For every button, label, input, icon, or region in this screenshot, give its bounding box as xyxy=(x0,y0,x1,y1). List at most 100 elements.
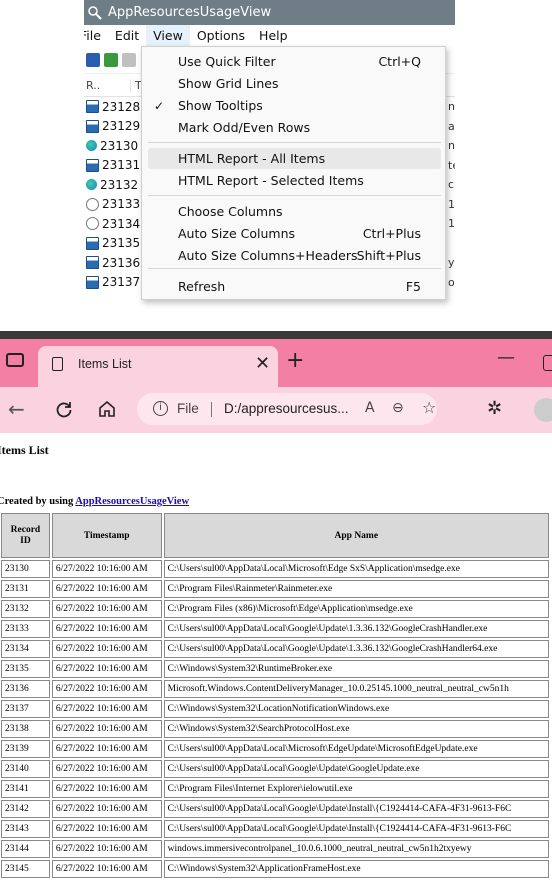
menu-options[interactable]: Options xyxy=(190,25,252,47)
menu-view[interactable]: View xyxy=(146,25,190,47)
edge-icon xyxy=(86,140,97,152)
maximize-icon[interactable] xyxy=(543,355,552,371)
cell-app-name: C:\Users\sul00\AppData\Local\Microsoft\E… xyxy=(163,740,549,758)
menu-help[interactable]: Help xyxy=(252,25,295,47)
app-titlebar: AppResourcesUsageView xyxy=(84,0,455,25)
cell-timestamp: 6/27/2022 10:16:00 AM xyxy=(51,800,162,818)
add-favorite-icon[interactable]: ☆ xyxy=(422,398,436,417)
google-icon xyxy=(86,217,99,231)
menu-separator xyxy=(148,268,441,269)
header-timestamp: Timestamp xyxy=(51,513,162,558)
menu-item-label: HTML Report - Selected Items xyxy=(178,173,364,188)
menu-item-use-quick-filter[interactable]: Use Quick Filter Ctrl+Q xyxy=(148,51,441,72)
view-menu-dropdown: Use Quick Filter Ctrl+Q Show Grid Lines ✓ Sh… xyxy=(141,46,446,300)
header-record-id: Record ID xyxy=(1,513,50,558)
minimize-icon[interactable]: — xyxy=(497,347,515,368)
cell-record-id: 23140 xyxy=(1,760,50,778)
row-peek-text: te xyxy=(448,158,455,172)
report-page: Items List Created by using AppResources… xyxy=(0,433,552,888)
cell-app-name: C:\Users\sul00\AppData\Local\Microsoft\E… xyxy=(163,560,549,578)
cell-timestamp: 6/27/2022 10:16:00 AM xyxy=(51,680,162,698)
menu-item-label: Show Tooltips xyxy=(178,98,263,113)
table-row: 23145 6/27/2022 10:16:00 AM C:\Windows\Sys… xyxy=(1,860,549,878)
table-row: 23132 6/27/2022 10:16:00 AM C:\Program Fil… xyxy=(1,600,549,618)
app-title: AppResourcesUsageView xyxy=(108,5,272,20)
app-link[interactable]: AppResourcesUsageView xyxy=(75,496,189,507)
record-id: 23128 xyxy=(102,99,141,114)
back-icon[interactable]: ← xyxy=(8,397,25,421)
save-icon[interactable] xyxy=(86,53,100,67)
record-id: 23130 xyxy=(100,138,139,153)
refresh-icon[interactable] xyxy=(104,53,118,67)
record-id: 23132 xyxy=(100,177,139,192)
tab-title: Items List xyxy=(78,357,132,371)
created-by-prefix: Created by using xyxy=(0,496,76,507)
menu-item-auto-size-columns-headers[interactable]: Auto Size Columns+Headers Shift+Plus xyxy=(148,245,441,266)
table-row: 23142 6/27/2022 10:16:00 AM C:\Users\sul00… xyxy=(1,800,549,818)
cell-app-name: windows.immersivecontrolpanel_10.0.6.100… xyxy=(163,840,549,858)
info-icon[interactable]: i xyxy=(153,401,168,416)
address-bar[interactable]: i File D:/appresourcesus... A ⊖ ☆ xyxy=(137,393,437,425)
address-url[interactable]: D:/appresourcesus... xyxy=(224,401,349,416)
exe-icon xyxy=(86,256,99,270)
cell-app-name: C:\Users\sul00\AppData\Local\Google\Upda… xyxy=(163,760,549,778)
copy-icon[interactable] xyxy=(122,53,136,67)
reload-icon[interactable] xyxy=(54,399,74,419)
google-icon xyxy=(86,197,99,211)
menu-item-label: Choose Columns xyxy=(178,204,283,219)
tab-items-list[interactable]: Items List ✕ xyxy=(38,346,278,387)
menu-item-auto-size-columns[interactable]: Auto Size Columns Ctrl+Plus xyxy=(148,223,441,244)
exe-icon xyxy=(86,236,99,250)
table-row: 23140 6/27/2022 10:16:00 AM C:\Users\sul00… xyxy=(1,760,549,778)
cell-timestamp: 6/27/2022 10:16:00 AM xyxy=(51,760,162,778)
cell-record-id: 23131 xyxy=(1,580,50,598)
report-title: Items List xyxy=(0,443,49,457)
browser-window: Items List ✕ + — ← i File D:/appresource… xyxy=(0,331,552,888)
menu-item-refresh[interactable]: Refresh F5 xyxy=(148,276,441,297)
tab-strip: Items List ✕ + — xyxy=(0,331,552,387)
app-menubar: File Edit View Options Help xyxy=(84,25,455,47)
cell-record-id: 23134 xyxy=(1,640,50,658)
table-row: 23141 6/27/2022 10:16:00 AM C:\Program Fil… xyxy=(1,780,549,798)
cell-app-name: C:\Program Files (x86)\Microsoft\Edge\Ap… xyxy=(163,600,549,618)
menu-item-html-report-all-items[interactable]: HTML Report - All Items xyxy=(148,148,441,169)
menu-item-show-grid-lines[interactable]: Show Grid Lines xyxy=(148,73,441,94)
extensions-icon[interactable]: ✲ xyxy=(487,398,502,419)
profile-avatar[interactable] xyxy=(534,398,552,422)
record-id: 23137 xyxy=(102,275,141,290)
cell-record-id: 23136 xyxy=(1,680,50,698)
tab-actions-icon[interactable] xyxy=(6,353,24,367)
cell-timestamp: 6/27/2022 10:16:00 AM xyxy=(51,840,162,858)
column-header-record[interactable]: R.. xyxy=(84,79,130,92)
menu-item-choose-columns[interactable]: Choose Columns xyxy=(148,201,441,222)
checkmark-icon: ✓ xyxy=(154,98,165,113)
exe-icon xyxy=(86,119,99,133)
home-icon[interactable] xyxy=(97,399,117,419)
report-table-body: 23130 6/27/2022 10:16:00 AM C:\Users\sul00… xyxy=(1,560,549,878)
cell-record-id: 23143 xyxy=(1,820,50,838)
menu-item-html-report-selected-items[interactable]: HTML Report - Selected Items xyxy=(148,170,441,191)
row-peek-text: ol xyxy=(448,275,455,289)
row-peek-text: 1 xyxy=(448,217,455,231)
new-tab-icon[interactable]: + xyxy=(286,348,304,373)
cell-app-name: C:\Windows\System32\LocationNotification… xyxy=(163,700,549,718)
close-tab-icon[interactable]: ✕ xyxy=(255,353,270,374)
menu-edit[interactable]: Edit xyxy=(108,25,146,47)
cell-timestamp: 6/27/2022 10:16:00 AM xyxy=(51,740,162,758)
menu-item-label: Auto Size Columns xyxy=(178,226,296,241)
table-row: 23130 6/27/2022 10:16:00 AM C:\Users\sul00… xyxy=(1,560,549,578)
menu-file[interactable]: File xyxy=(84,25,108,47)
menu-item-mark-odd-even-rows[interactable]: Mark Odd/Even Rows xyxy=(148,117,441,138)
row-peek-text: 1 xyxy=(448,197,455,211)
edge-icon xyxy=(86,179,97,191)
menu-separator xyxy=(148,142,441,143)
zoom-out-icon[interactable]: ⊖ xyxy=(392,400,404,416)
cell-timestamp: 6/27/2022 10:16:00 AM xyxy=(51,640,162,658)
table-header-row: Record ID Timestamp App Name xyxy=(1,513,549,558)
cell-record-id: 23132 xyxy=(1,600,50,618)
menu-item-show-tooltips[interactable]: ✓ Show Tooltips xyxy=(148,95,441,116)
menu-item-shortcut: Ctrl+Q xyxy=(378,54,421,69)
read-aloud-icon[interactable]: A xyxy=(365,400,375,416)
cell-app-name: C:\Users\sul00\AppData\Local\Google\Upda… xyxy=(163,800,549,818)
record-id: 23133 xyxy=(102,197,141,212)
